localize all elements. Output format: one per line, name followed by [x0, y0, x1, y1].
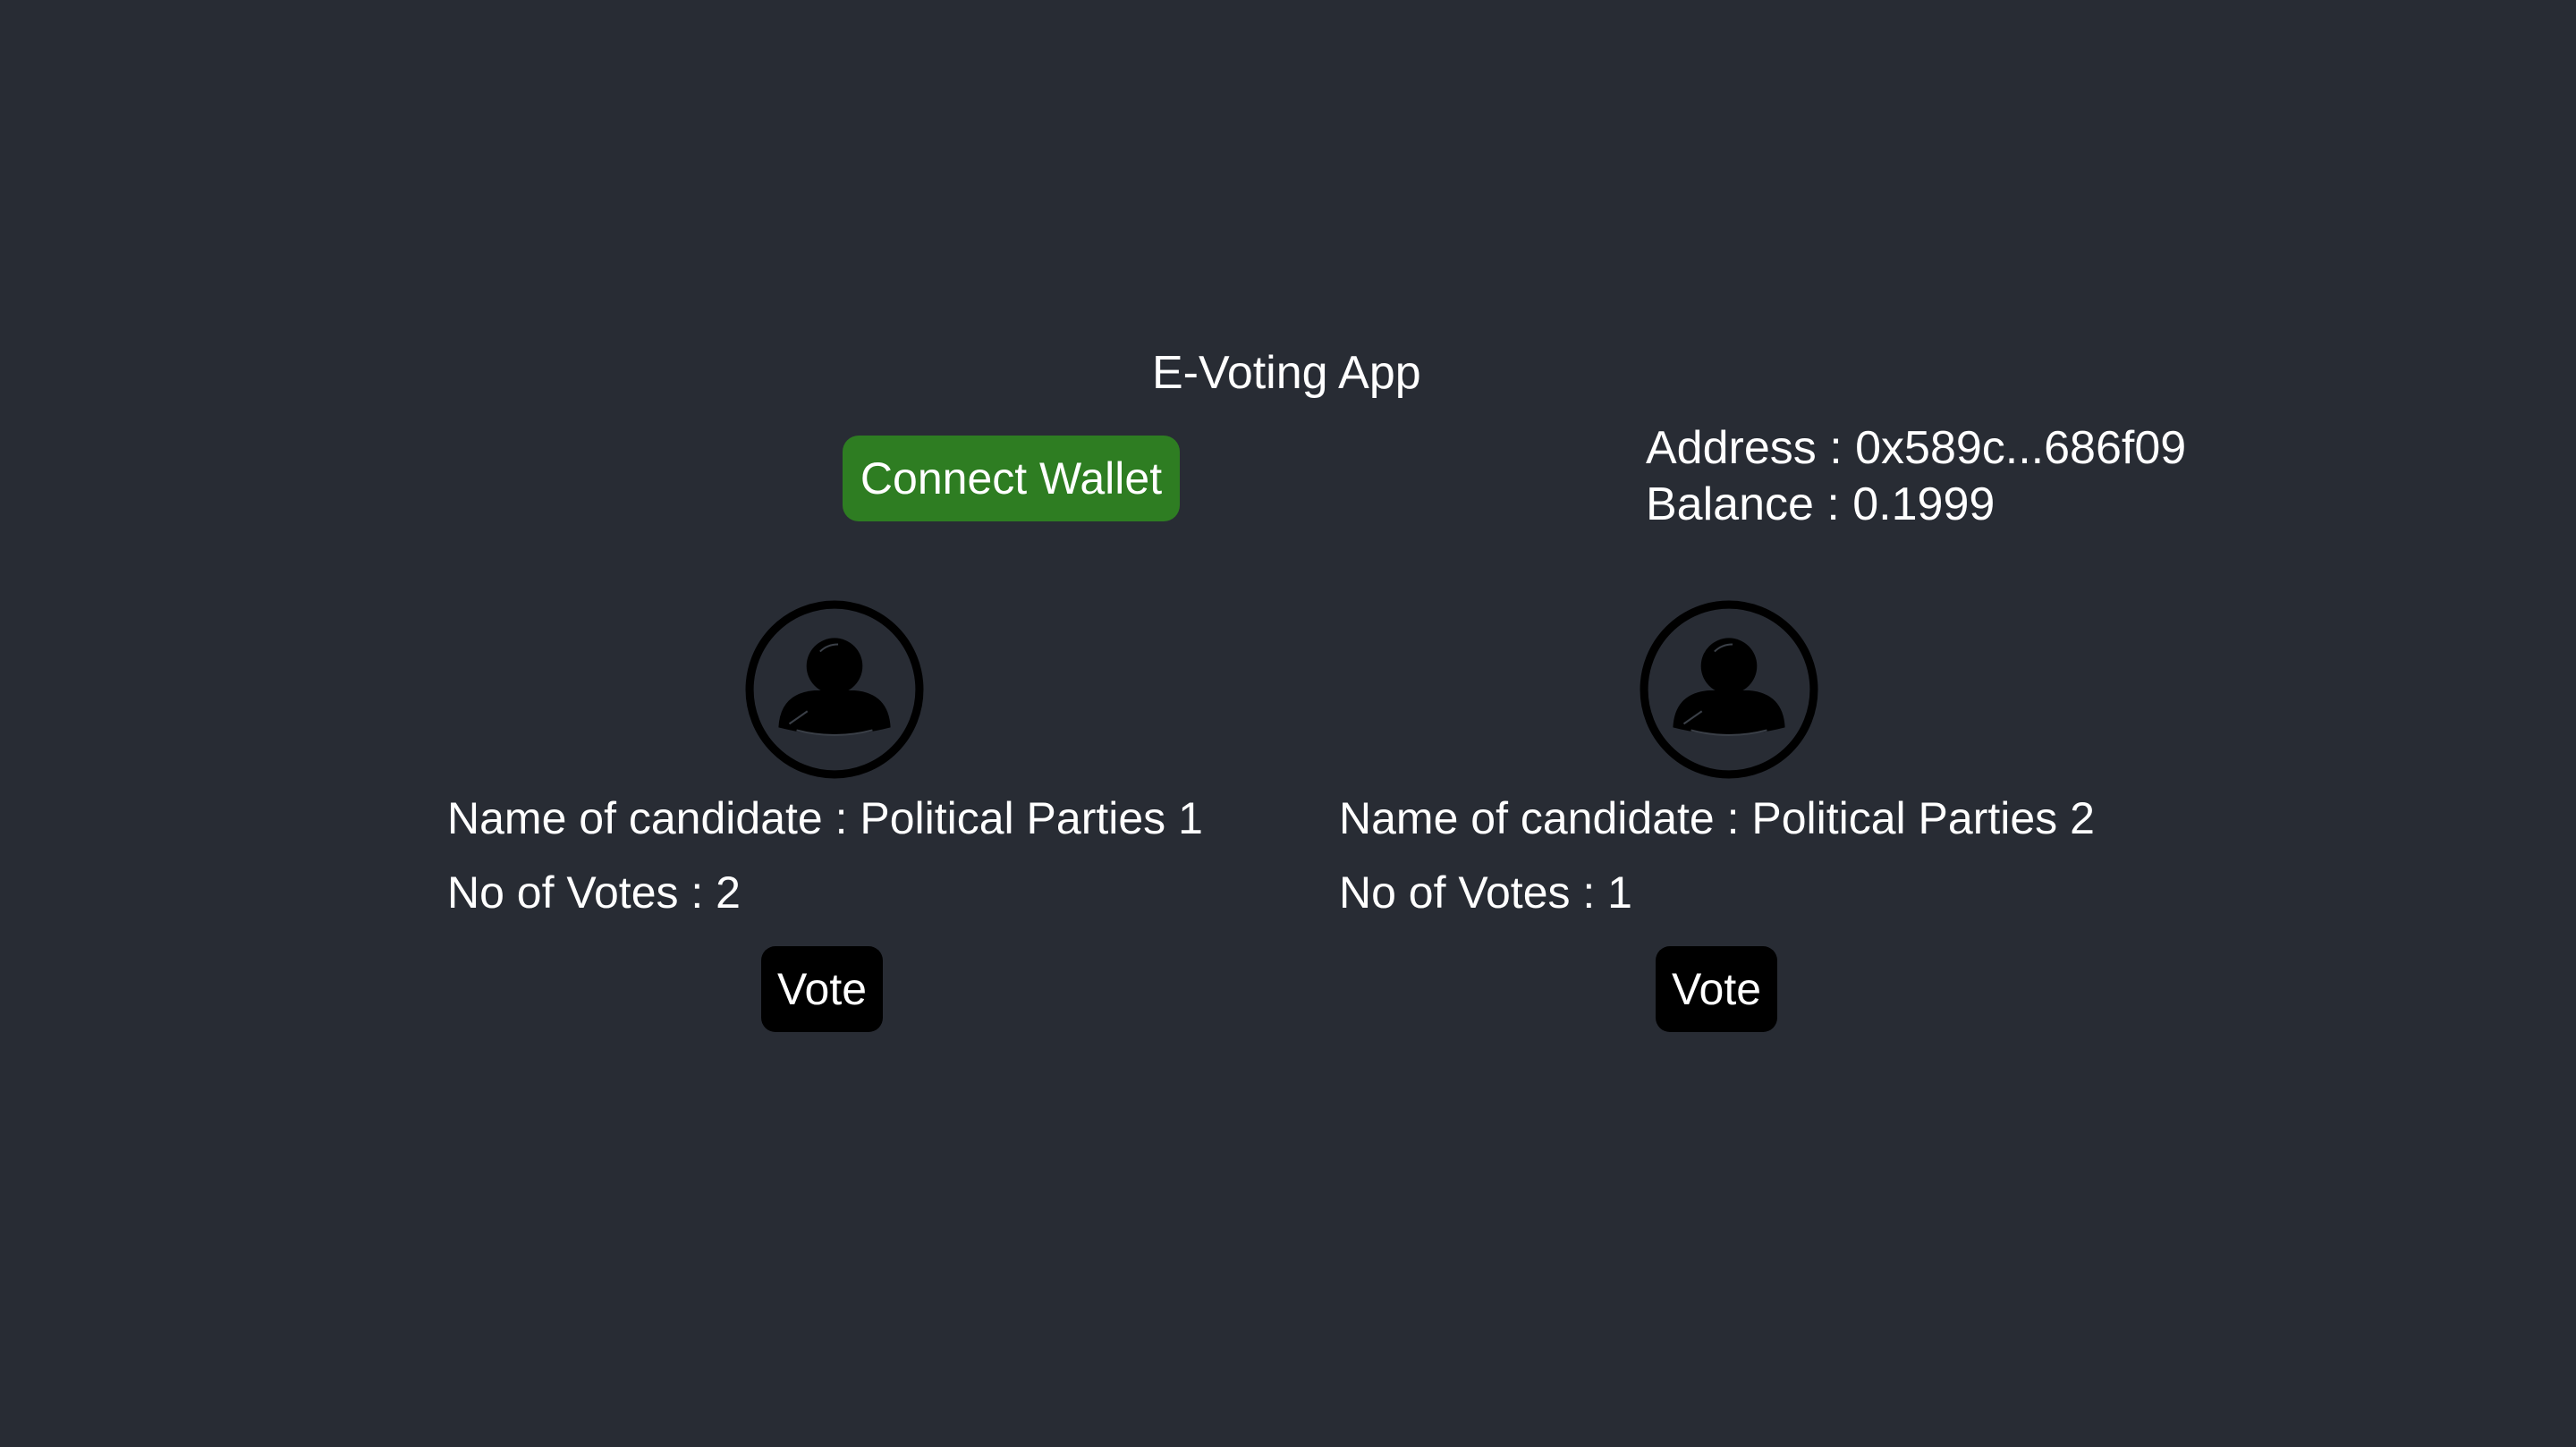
candidate-vote-count: No of Votes : 1: [1339, 867, 1632, 918]
candidate-card-1: Name of candidate : Political Parties 1 …: [447, 599, 1342, 1046]
candidate-card-2: Name of candidate : Political Parties 2 …: [1339, 599, 2233, 1046]
wallet-balance: Balance : 0.1999: [1646, 478, 1996, 530]
candidate-vote-count: No of Votes : 2: [447, 867, 741, 918]
user-avatar-icon: [1640, 600, 1818, 779]
user-avatar-icon: [745, 600, 924, 779]
candidate-name: Name of candidate : Political Parties 1: [447, 793, 1203, 843]
app-title: E-Voting App: [1152, 347, 1421, 399]
account-info: Address : 0x589c...686f09 Balance : 0.19…: [1646, 420, 2186, 533]
wallet-address: Address : 0x589c...686f09: [1646, 422, 2187, 474]
vote-button[interactable]: Vote: [1656, 946, 1777, 1032]
app-root: E-Voting App Connect Wallet Address : 0x…: [0, 0, 2576, 1447]
candidate-name: Name of candidate : Political Parties 2: [1339, 793, 2095, 843]
connect-wallet-button[interactable]: Connect Wallet: [843, 436, 1180, 521]
vote-button[interactable]: Vote: [761, 946, 883, 1032]
